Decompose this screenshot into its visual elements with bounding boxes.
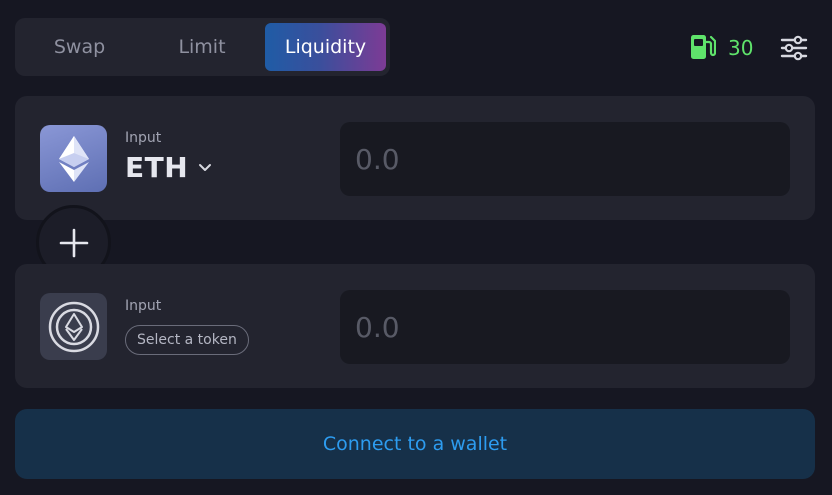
plus-icon — [59, 228, 88, 257]
input-label: Input — [125, 298, 162, 314]
tab-swap[interactable]: Swap — [21, 23, 138, 71]
tab-liquidity[interactable]: Liquidity — [265, 23, 386, 71]
eth-circle-icon — [40, 293, 107, 360]
mode-tabs: Swap Limit Liquidity — [15, 18, 390, 76]
input-panel-2: Input Select a token — [15, 264, 815, 388]
sliders-icon[interactable] — [780, 34, 808, 62]
input-panel-1: Input ETH — [15, 96, 815, 220]
input-label: Input — [125, 130, 162, 146]
gas-price-value: 30 — [728, 36, 754, 60]
amount-input[interactable] — [340, 290, 790, 364]
eth-icon — [40, 125, 107, 192]
tab-limit[interactable]: Limit — [142, 23, 262, 71]
chevron-down-icon — [199, 163, 212, 171]
connect-wallet-button[interactable]: Connect to a wallet — [15, 409, 815, 479]
select-token-button[interactable]: Select a token — [125, 325, 249, 355]
token-symbol: ETH — [125, 151, 189, 184]
amount-input[interactable] — [340, 122, 790, 196]
token-selector[interactable]: ETH — [125, 151, 212, 184]
gas-pump-icon — [691, 35, 716, 59]
